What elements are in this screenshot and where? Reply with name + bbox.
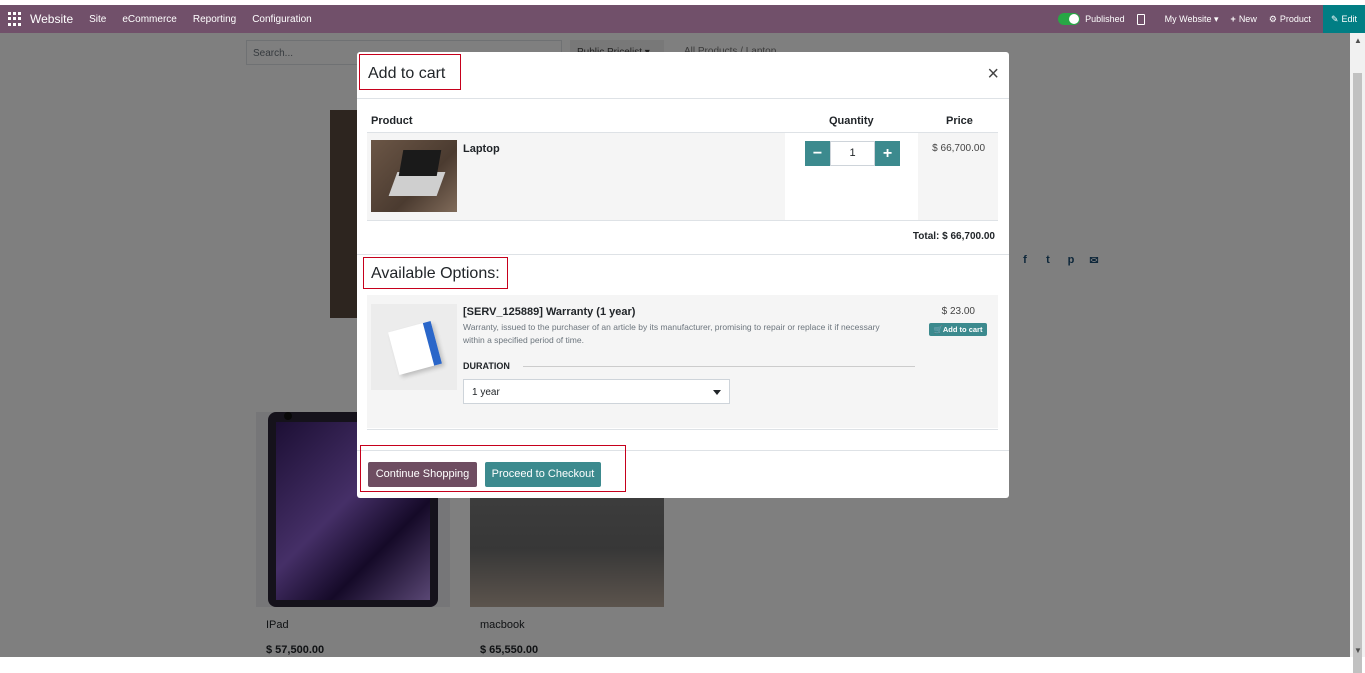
caret-down-icon	[713, 390, 721, 395]
new-button[interactable]: + New	[1231, 14, 1257, 24]
add-to-cart-modal: Add to cart × Product Quantity Price Lap…	[357, 52, 1009, 498]
cart-total: Total: $ 66,700.00	[912, 231, 995, 242]
option-row	[367, 295, 998, 428]
page-scrollbar[interactable]: ▲ ▼	[1350, 33, 1365, 673]
scroll-thumb[interactable]	[1353, 73, 1362, 673]
toggle-icon	[1058, 13, 1081, 25]
new-label: New	[1238, 14, 1257, 24]
option-name: [SERV_125889] Warranty (1 year)	[463, 306, 636, 318]
nav-menu-configuration[interactable]: Configuration	[252, 14, 311, 25]
gear-icon: ⚙	[1268, 13, 1277, 24]
plus-icon: +	[1230, 14, 1236, 24]
duration-divider	[523, 366, 915, 367]
mobile-phone-icon	[1136, 13, 1145, 25]
product-price: $ 66,700.00	[932, 143, 985, 154]
column-header-price: Price	[946, 115, 973, 127]
close-icon[interactable]: ×	[987, 64, 999, 84]
duration-select-value: 1 year	[472, 387, 500, 398]
quantity-plus-button[interactable]: +	[875, 141, 900, 166]
option-add-to-cart-button[interactable]: 🛒Add to cart	[929, 323, 987, 336]
product-name: Laptop	[463, 143, 500, 155]
edit-label: Edit	[1341, 14, 1357, 24]
product-label: Product	[1279, 14, 1311, 24]
laptop-thumbnail	[371, 140, 457, 212]
edit-button[interactable]: ✎ Edit	[1322, 5, 1365, 33]
warranty-thumbnail	[371, 304, 457, 390]
highlight-box-buttons	[360, 445, 626, 492]
nav-menu-site[interactable]: Site	[89, 14, 106, 25]
highlight-box-options	[363, 257, 508, 289]
product-row-divider	[367, 220, 998, 221]
options-divider	[367, 429, 998, 430]
total-divider	[357, 254, 1009, 255]
option-price: $ 23.00	[941, 306, 975, 317]
product-button[interactable]: ⚙ Product	[1269, 14, 1311, 25]
pencil-icon: ✎	[1330, 13, 1339, 24]
nav-menu-ecommerce[interactable]: eCommerce	[122, 14, 176, 25]
highlight-box-title	[359, 54, 461, 90]
nav-brand-website[interactable]: Website	[30, 12, 73, 26]
column-header-product: Product	[371, 115, 413, 127]
published-toggle[interactable]: Published	[1058, 13, 1125, 25]
nav-menu-reporting[interactable]: Reporting	[193, 14, 236, 25]
scroll-down-arrow-icon[interactable]: ▼	[1354, 646, 1362, 655]
apps-grid-icon[interactable]	[8, 12, 22, 26]
top-navbar: Website Site eCommerce Reporting Configu…	[0, 5, 1365, 33]
duration-select[interactable]: 1 year	[463, 379, 730, 404]
my-website-dropdown[interactable]: My Website ▾	[1165, 14, 1219, 25]
published-label: Published	[1085, 14, 1125, 24]
option-description: Warranty, issued to the purchaser of an …	[463, 322, 880, 345]
duration-label: DURATION	[463, 361, 510, 371]
quantity-input[interactable]: 1	[830, 141, 875, 166]
scroll-up-arrow-icon[interactable]: ▲	[1354, 36, 1362, 45]
column-header-quantity: Quantity	[829, 115, 874, 127]
quantity-minus-button[interactable]: −	[805, 141, 830, 166]
mobile-preview-button[interactable]	[1136, 13, 1153, 25]
quantity-stepper: − 1 +	[805, 141, 900, 166]
